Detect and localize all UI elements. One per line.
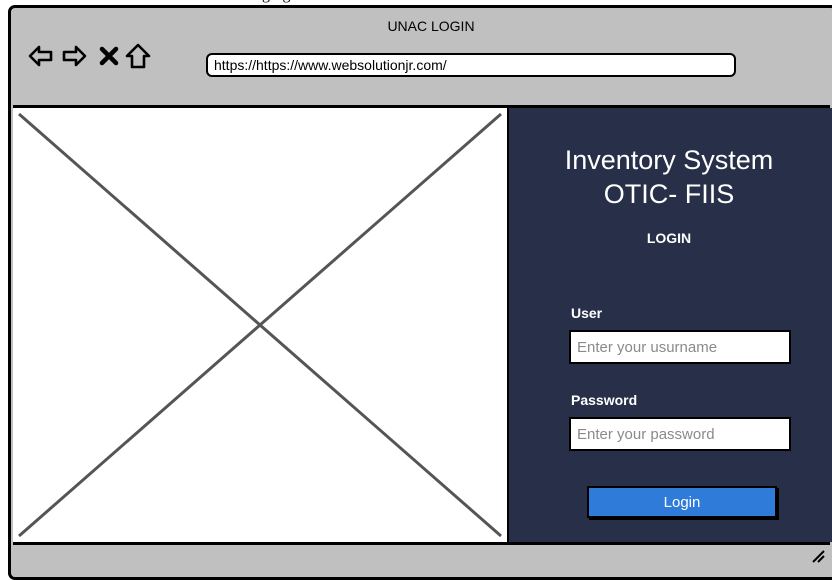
resize-handle-icon[interactable] [811, 549, 825, 568]
forward-arrow-icon[interactable] [61, 43, 87, 69]
login-panel: Inventory System OTIC- FIIS LOGIN User P… [509, 108, 832, 542]
home-icon[interactable] [125, 43, 151, 69]
back-arrow-icon[interactable] [28, 43, 54, 69]
login-heading: LOGIN [646, 230, 692, 246]
system-title-line2: OTIC- FIIS [603, 179, 735, 209]
url-bar[interactable]: https://https://www.websolutionjr.com/ [206, 53, 736, 77]
image-placeholder [13, 108, 509, 542]
system-title: Inventory System OTIC- FIIS [529, 143, 809, 211]
user-input[interactable] [569, 330, 791, 364]
close-icon[interactable] [96, 43, 122, 69]
status-bar [13, 545, 832, 577]
window-title: UNAC LOGIN [387, 18, 475, 34]
password-label: Password [571, 392, 638, 408]
system-title-line1: Inventory System [564, 145, 774, 175]
page-viewport: Inventory System OTIC- FIIS LOGIN User P… [13, 105, 832, 545]
password-input[interactable] [569, 417, 791, 451]
image-placeholder-cross-icon [18, 112, 502, 538]
page-caption: loging [0, 0, 540, 4]
user-label: User [571, 305, 603, 321]
browser-window: UNAC LOGIN https://https://www.websoluti… [8, 5, 832, 580]
login-button[interactable]: Login [587, 486, 777, 518]
